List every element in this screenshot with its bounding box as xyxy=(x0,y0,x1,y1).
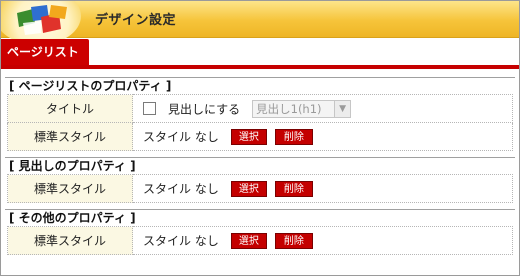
style-value: スタイル なし xyxy=(143,130,219,144)
style-label: 標準スタイル xyxy=(7,226,133,255)
title-row: タイトル 見出しにする 見出し1(h1) ▼ xyxy=(7,94,513,123)
style-value: スタイル なし xyxy=(143,234,219,248)
select-style-button[interactable]: 選択 xyxy=(230,128,267,145)
tab-bar: ページリスト xyxy=(1,39,519,69)
style-value-cell: スタイル なし 選択 削除 xyxy=(132,122,513,151)
delete-style-button[interactable]: 削除 xyxy=(274,180,313,197)
title-label: タイトル xyxy=(7,94,133,123)
tab-page-list[interactable]: ページリスト xyxy=(1,39,89,65)
page-list-properties-table: タイトル 見出しにする 見出し1(h1) ▼ 標準スタイル スタイル なし 選択 削除 xyxy=(7,94,513,151)
style-row: 標準スタイル スタイル なし 選択 削除 xyxy=(7,174,513,203)
style-value-cell: スタイル なし 選択 削除 xyxy=(132,226,513,255)
style-value-cell: スタイル なし 選択 削除 xyxy=(132,174,513,203)
select-style-button[interactable]: 選択 xyxy=(230,180,267,197)
chevron-down-icon: ▼ xyxy=(334,100,351,117)
style-label: 標準スタイル xyxy=(7,122,133,151)
delete-style-button[interactable]: 削除 xyxy=(274,232,313,249)
other-properties-section: [ その他のプロパティ ] 標準スタイル スタイル なし 選択 削除 xyxy=(5,209,515,255)
style-row: 標準スタイル スタイル なし 選択 削除 xyxy=(7,122,513,151)
section-title: [ その他のプロパティ ] xyxy=(5,209,515,226)
section-title: [ 見出しのプロパティ ] xyxy=(5,157,515,174)
title-bar: デザイン設定 xyxy=(1,1,519,45)
app-title: デザイン設定 xyxy=(95,13,177,28)
heading-checkbox[interactable] xyxy=(143,102,156,115)
heading-checkbox-label[interactable]: 見出しにする xyxy=(168,102,240,116)
other-properties-table: 標準スタイル スタイル なし 選択 削除 xyxy=(7,226,513,255)
style-row: 標準スタイル スタイル なし 選択 削除 xyxy=(7,226,513,255)
page-list-properties-section: [ ページリストのプロパティ ] タイトル 見出しにする 見出し1(h1) ▼ 標準… xyxy=(5,77,515,151)
style-value: スタイル なし xyxy=(143,182,219,196)
heading-properties-table: 標準スタイル スタイル なし 選択 削除 xyxy=(7,174,513,203)
select-style-button[interactable]: 選択 xyxy=(230,232,267,249)
heading-level-value: 見出し1(h1) xyxy=(256,101,322,116)
section-title: [ ページリストのプロパティ ] xyxy=(5,77,515,94)
style-label: 標準スタイル xyxy=(7,174,133,203)
heading-level-select[interactable]: 見出し1(h1) ▼ xyxy=(252,99,352,118)
properties-panel: [ ページリストのプロパティ ] タイトル 見出しにする 見出し1(h1) ▼ 標準… xyxy=(5,77,515,261)
design-settings-window: デザイン設定 ページリスト [ ページリストのプロパティ ] タイトル 見出しに… xyxy=(0,0,520,276)
color-blocks-icon xyxy=(17,5,67,35)
title-value-cell: 見出しにする 見出し1(h1) ▼ xyxy=(132,94,513,123)
delete-style-button[interactable]: 削除 xyxy=(274,128,313,145)
heading-properties-section: [ 見出しのプロパティ ] 標準スタイル スタイル なし 選択 削除 xyxy=(5,157,515,203)
